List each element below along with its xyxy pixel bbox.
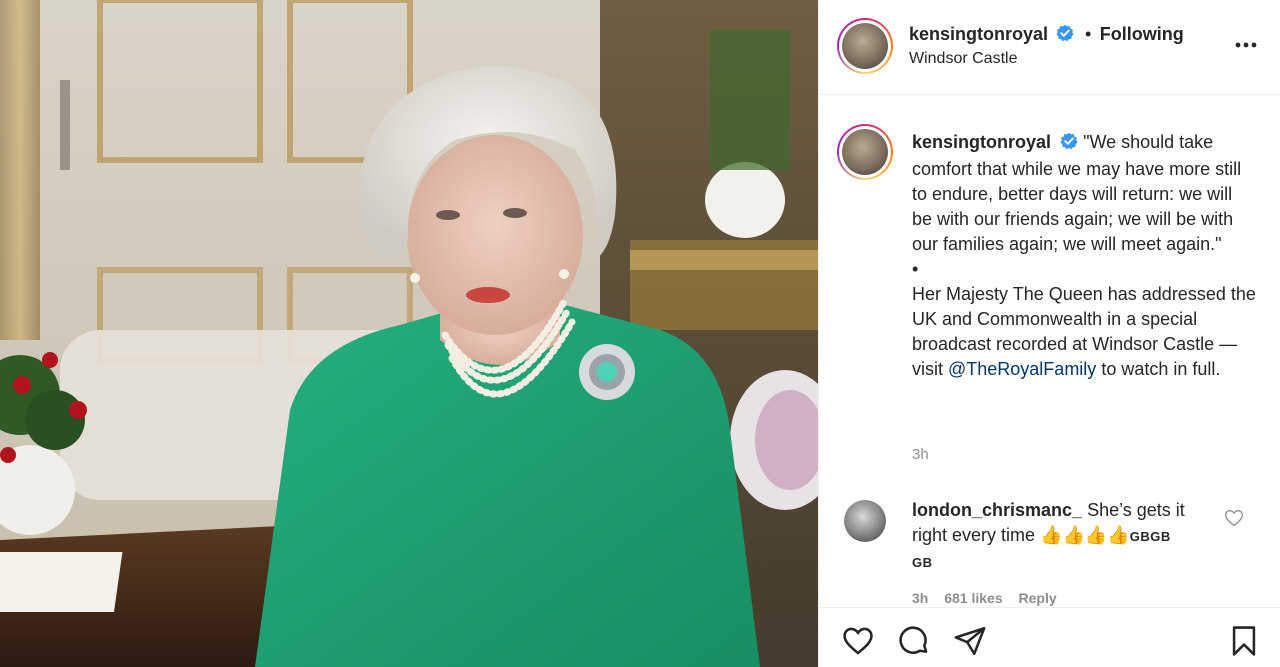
post-photo[interactable]: [0, 0, 818, 667]
comment-text: london_chrismanc_ She’s gets it right ev…: [912, 498, 1202, 575]
comment-meta: 3h 681 likes Reply: [912, 590, 1069, 606]
paper-plane-icon[interactable]: [953, 624, 987, 658]
header-separator: •: [1084, 24, 1092, 44]
heart-icon[interactable]: [841, 624, 875, 658]
caption-bullet: •: [912, 259, 919, 279]
verified-badge-icon: [1060, 132, 1078, 157]
following-button[interactable]: Following: [1100, 24, 1184, 44]
username-link[interactable]: kensingtonroyal: [909, 24, 1048, 44]
bookmark-icon[interactable]: [1227, 624, 1261, 658]
action-bar: [819, 607, 1280, 667]
post-side-panel: kensingtonroyal • Following Windsor Cast…: [818, 0, 1280, 667]
mention-link[interactable]: @TheRoyalFamily: [948, 359, 1096, 379]
reply-button[interactable]: Reply: [1019, 590, 1057, 606]
gb-flag-text-line: GB: [912, 555, 933, 570]
comment-likes[interactable]: 681 likes: [944, 590, 1002, 606]
commenter-avatar[interactable]: [844, 500, 886, 542]
post-header: kensingtonroyal • Following Windsor Cast…: [819, 0, 1280, 95]
comments-list[interactable]: kensingtonroyal "We should take comfort …: [819, 96, 1280, 606]
caption-username-link[interactable]: kensingtonroyal: [912, 132, 1051, 152]
header-title-row: kensingtonroyal • Following: [909, 24, 1184, 47]
profile-avatar[interactable]: [837, 18, 893, 74]
gb-flag-text: GBGB: [1129, 529, 1171, 544]
verified-badge-icon: [1056, 24, 1075, 47]
portrait-figure: [255, 66, 760, 667]
more-options-icon[interactable]: [1233, 32, 1259, 58]
location-link[interactable]: Windsor Castle: [909, 50, 1017, 68]
comment-time[interactable]: 3h: [912, 590, 928, 606]
caption-avatar[interactable]: [837, 124, 893, 180]
commenter-username-link[interactable]: london_chrismanc_: [912, 500, 1082, 520]
comment-bubble-icon[interactable]: [897, 624, 931, 658]
thumbs-up-emoji: 👍👍👍👍: [1040, 525, 1130, 545]
caption-timestamp[interactable]: 3h: [912, 446, 929, 463]
post-caption: kensingtonroyal "We should take comfort …: [912, 130, 1257, 382]
heart-outline-icon[interactable]: [1224, 508, 1244, 528]
caption-body-end: to watch in full.: [1096, 359, 1221, 379]
